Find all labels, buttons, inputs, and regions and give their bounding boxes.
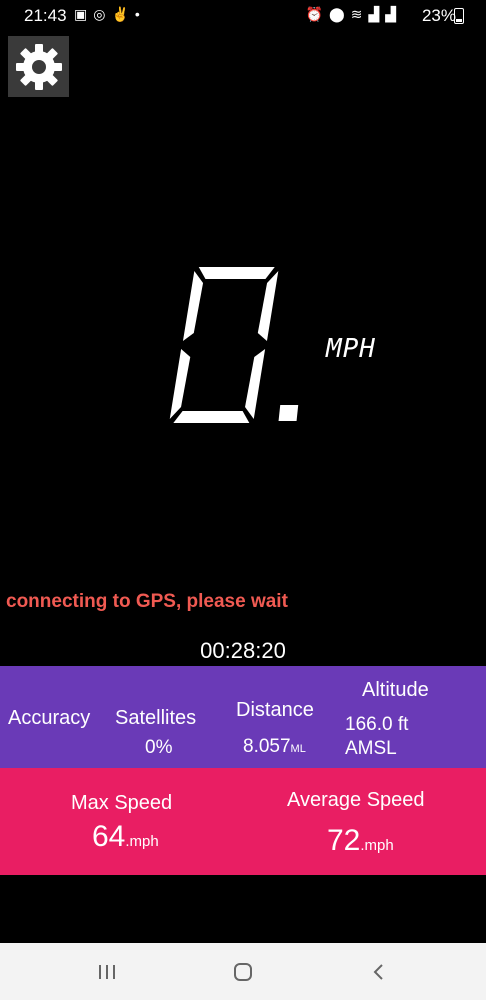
distance-label: Distance [236,699,314,721]
sim-card-icon: ▣ [74,6,88,22]
speed-digits [169,267,299,423]
altitude-value: 166.0 ft [345,714,409,735]
recent-apps-icon [99,965,115,979]
settings-button[interactable] [8,36,69,97]
status-time: 21:43 [24,6,67,25]
navigation-bar [0,943,486,1000]
distance-number: 8.057 [243,736,291,757]
speedometer-screen: 21:43 ▣ ◎ ✌ • ⏰ ⬤ ≋ ▟ ▟ 23% MPH connecti… [0,0,486,1000]
home-icon [234,963,252,981]
trip-timer: 00:28:20 [200,638,286,663]
battery-percent: 23% [421,6,456,25]
battery-icon [454,8,464,24]
altitude-reference: AMSL [345,738,397,759]
satellites-value: 0% [145,737,173,758]
average-speed-value: 72.mph [327,824,394,858]
average-speed-number: 72 [327,824,361,857]
distance-value: 8.057ML [243,736,306,758]
location-icon: ⬤ [329,6,345,22]
app-icon: ✌ [111,6,129,22]
back-icon [373,964,383,980]
signal-icon: ▟ [368,6,380,22]
status-left-icons: ▣ ◎ ✌ • [74,5,140,23]
max-speed-number: 64 [92,820,126,853]
recent-apps-button[interactable] [87,957,127,987]
average-speed-label: Average Speed [287,789,425,811]
wifi-icon: ≋ [350,6,363,22]
home-button[interactable] [223,957,263,987]
accuracy-label: Accuracy [8,707,91,729]
back-button[interactable] [359,957,399,987]
signal-icon: ▟ [385,6,396,22]
gps-status: connecting to GPS, please wait [6,591,288,612]
status-bar: 21:43 ▣ ◎ ✌ • ⏰ ⬤ ≋ ▟ ▟ 23% [0,0,486,30]
speed-unit: MPH [326,334,376,364]
max-speed-unit: .mph [125,833,159,850]
speed-stats-bar: Max Speed 64.mph Average Speed 72.mph [0,768,486,875]
speed-value: 0. [160,255,320,435]
altitude-label: Altitude [362,679,429,701]
status-right-icons: ⏰ ⬤ ≋ ▟ ▟ [306,5,396,23]
max-speed-label: Max Speed [71,792,173,814]
whatsapp-icon: ◎ [93,6,106,22]
dot-icon: • [134,6,140,22]
max-speed-value: 64.mph [92,820,159,854]
alarm-icon: ⏰ [305,6,324,22]
average-speed-unit: .mph [360,837,394,854]
gear-icon [15,43,62,90]
info-bar: Accuracy Satellites 0% Distance 8.057ML … [0,666,486,768]
distance-unit: ML [290,743,306,755]
satellites-label: Satellites [115,707,197,729]
